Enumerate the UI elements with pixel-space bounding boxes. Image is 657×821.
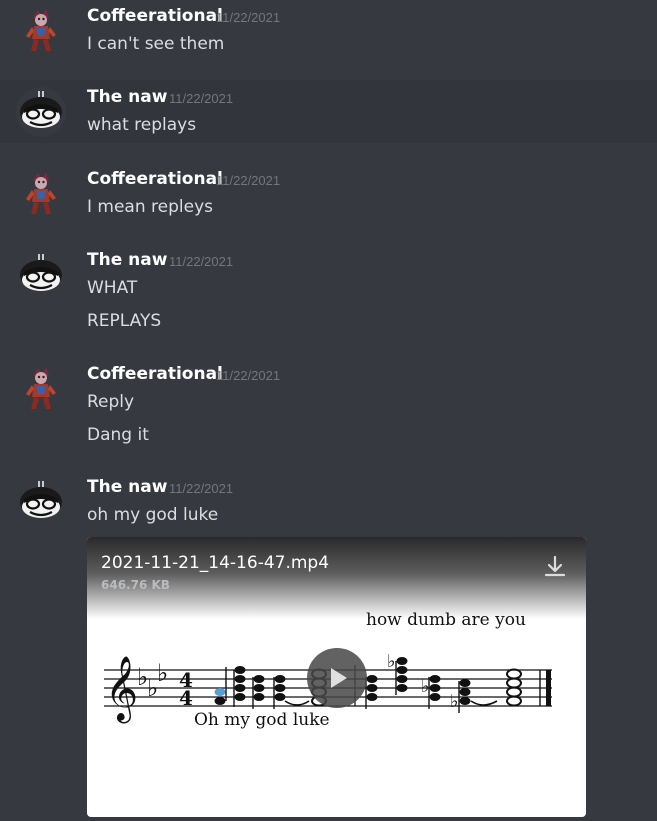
play-button[interactable] (307, 648, 367, 708)
username[interactable]: Coffeerational (87, 364, 223, 384)
svg-text:♭: ♭ (387, 651, 396, 672)
message: Coffeerational 11/22/2021 I can't see th… (0, 0, 657, 80)
username[interactable]: Coffeerational (87, 6, 223, 26)
message-text: REPLAYS (87, 311, 162, 331)
username[interactable]: The naw (87, 250, 167, 270)
username[interactable]: The naw (87, 87, 167, 107)
message-text: WHAT (87, 278, 138, 298)
play-icon (331, 668, 347, 688)
timestamp: 11/22/2021 (216, 10, 281, 25)
timestamp: 11/22/2021 (169, 481, 234, 496)
message-text: what replays (87, 115, 197, 135)
message-text: Dang it (87, 425, 149, 445)
avatar[interactable] (16, 6, 66, 56)
timestamp: 11/22/2021 (169, 254, 234, 269)
timestamp: 11/22/2021 (169, 91, 234, 106)
attachment-filename[interactable]: 2021-11-21_14-16-47.mp4 (101, 553, 329, 573)
message: The naw 11/22/2021 what replays (0, 80, 657, 143)
svg-text:♭: ♭ (157, 659, 168, 687)
video-attachment[interactable]: 𝄞 ♭ ♭ ♭ 4 4 ♭ ♭ ♭ how dumb are you Oh my… (87, 537, 586, 817)
avatar[interactable] (16, 364, 66, 414)
message: Coffeerational 11/22/2021 Reply Dang it (0, 358, 657, 458)
avatar[interactable] (16, 87, 66, 137)
svg-text:4: 4 (179, 686, 193, 710)
message: Coffeerational 11/22/2021 I mean repleys (0, 163, 657, 233)
message-text: Reply (87, 392, 135, 412)
attachment-filesize: 646.76 KB (101, 578, 170, 592)
video-caption-bottom: Oh my god luke (194, 710, 330, 730)
timestamp: 11/22/2021 (216, 368, 281, 383)
message-text: I mean repleys (87, 197, 213, 217)
svg-text:♭: ♭ (421, 676, 430, 697)
download-icon[interactable] (542, 554, 568, 580)
avatar[interactable] (16, 477, 66, 527)
svg-text:♭: ♭ (450, 691, 459, 712)
message-text: oh my god luke (87, 505, 219, 525)
username[interactable]: The naw (87, 477, 167, 497)
message-text: I can't see them (87, 34, 225, 54)
svg-text:𝄞: 𝄞 (105, 656, 138, 723)
avatar[interactable] (16, 169, 66, 219)
attachment-header: 2021-11-21_14-16-47.mp4 646.76 KB (87, 537, 586, 619)
avatar[interactable] (16, 250, 66, 300)
message: The naw 11/22/2021 WHAT REPLAYS (0, 244, 657, 344)
timestamp: 11/22/2021 (216, 173, 281, 188)
username[interactable]: Coffeerational (87, 169, 223, 189)
